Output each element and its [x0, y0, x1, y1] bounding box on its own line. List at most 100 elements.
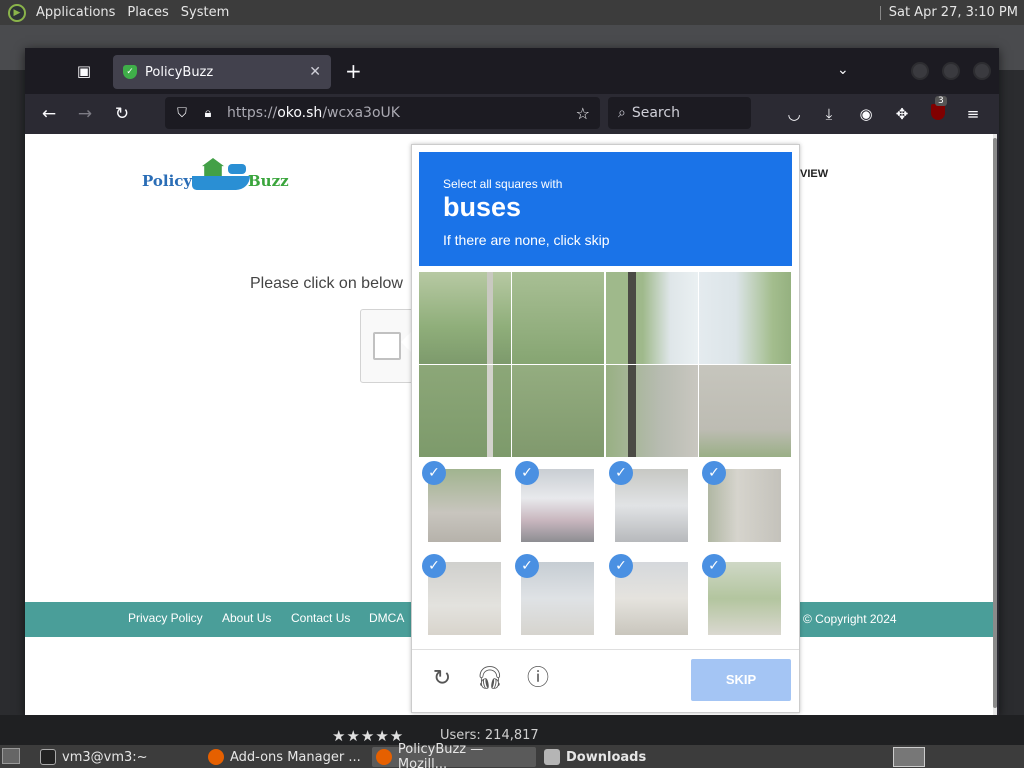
- back-arrow-icon[interactable]: ←: [37, 102, 61, 126]
- show-desktop-icon[interactable]: [2, 748, 20, 764]
- minimize-button[interactable]: [911, 62, 929, 80]
- footer-contact-link[interactable]: Contact Us: [291, 611, 350, 625]
- pocket-icon[interactable]: ◡: [783, 103, 805, 125]
- tile-image: [699, 272, 791, 364]
- downloads-icon[interactable]: ⤓: [818, 103, 840, 125]
- challenge-target: buses: [443, 192, 522, 222]
- workspace-switcher[interactable]: [893, 747, 925, 767]
- grid-tile[interactable]: [699, 272, 791, 364]
- tile-image: [419, 272, 511, 364]
- tab-policybuzz[interactable]: ✓ PolicyBuzz ✕: [113, 55, 331, 89]
- tile-image: [606, 272, 698, 364]
- rating-stars: ★★★★★: [332, 727, 405, 745]
- pole: [628, 272, 636, 364]
- taskbar-item-policybuzz[interactable]: PolicyBuzz — Mozill...: [372, 742, 536, 768]
- checkmark-icon: ✓: [515, 554, 539, 578]
- checkmark-icon: ✓: [422, 554, 446, 578]
- grid-tile-selected[interactable]: ✓: [512, 551, 604, 643]
- audio-challenge-icon[interactable]: 🎧︎: [476, 665, 504, 693]
- tab-bar: ▣ ✓ PolicyBuzz ✕ + ⌄: [25, 48, 999, 94]
- challenge-instruction: Select all squares with: [443, 177, 563, 191]
- house-icon: [202, 158, 224, 176]
- pole: [487, 365, 493, 457]
- grid-tile[interactable]: [699, 365, 791, 457]
- tab-title: PolicyBuzz: [145, 64, 214, 80]
- ublock-origin-icon[interactable]: [931, 104, 945, 120]
- hand-icon: [192, 176, 250, 190]
- bookmark-star-icon[interactable]: ☆: [576, 104, 590, 123]
- checkmark-icon: ✓: [609, 554, 633, 578]
- footer-privacy-link[interactable]: Privacy Policy: [128, 611, 203, 625]
- grid-tile[interactable]: [512, 272, 604, 364]
- taskbar-item-downloads[interactable]: Downloads: [540, 747, 700, 767]
- grid-tile-selected[interactable]: ✓: [419, 551, 511, 643]
- terminal-icon: [40, 749, 56, 765]
- challenge-grid: ✓ ✓ ✓ ✓ ✓ ✓ ✓ ✓: [419, 272, 792, 645]
- extension-badge: 3: [935, 96, 947, 106]
- scrollbar-thumb[interactable]: [993, 138, 997, 708]
- tracking-shield-icon[interactable]: ⛉: [173, 106, 191, 121]
- search-icon: ⌕: [618, 105, 626, 121]
- click-prompt: Please click on below: [250, 275, 403, 292]
- gnome-foot-icon[interactable]: ▶: [8, 3, 26, 22]
- grid-tile-selected[interactable]: ✓: [699, 551, 791, 643]
- panel-clock[interactable]: Sat Apr 27, 3:10 PM: [889, 5, 1024, 20]
- lock-icon[interactable]: 🔒︎: [199, 106, 217, 121]
- grid-tile[interactable]: [419, 365, 511, 457]
- url-text[interactable]: https://oko.sh/wcxa3oUK: [227, 105, 400, 121]
- info-icon[interactable]: ⓘ: [524, 665, 552, 693]
- extensions-icon[interactable]: ✥: [891, 103, 913, 125]
- grid-tile-selected[interactable]: ✓: [606, 551, 698, 643]
- reload-icon[interactable]: ↻: [110, 102, 134, 126]
- url-bar[interactable]: ⛉ 🔒︎ https://oko.sh/wcxa3oUK ☆: [165, 97, 600, 129]
- grid-tile-selected[interactable]: ✓: [699, 458, 791, 550]
- footer-dmca-link[interactable]: DMCA: [369, 611, 404, 625]
- checkmark-icon: ✓: [422, 461, 446, 485]
- grid-tile[interactable]: [512, 365, 604, 457]
- recaptcha-challenge: Select all squares with buses If there a…: [411, 144, 800, 713]
- skip-button[interactable]: SKIP: [691, 659, 791, 701]
- new-tab-icon[interactable]: +: [345, 60, 362, 82]
- tile-image: [419, 365, 511, 457]
- checkmark-icon: ✓: [609, 461, 633, 485]
- places-menu[interactable]: Places: [121, 0, 174, 25]
- reload-challenge-icon[interactable]: ↻: [428, 665, 456, 693]
- system-menu[interactable]: System: [175, 0, 235, 25]
- logo-word-buzz: Buzz: [248, 172, 289, 190]
- checkmark-icon: ✓: [515, 461, 539, 485]
- grid-tile[interactable]: [419, 272, 511, 364]
- top-panel: ▶ Applications Places System Sat Apr 27,…: [0, 0, 1024, 25]
- site-nav-item[interactable]: VIEW: [800, 168, 828, 180]
- firefox-view-icon[interactable]: ▣: [73, 60, 95, 82]
- grid-tile-selected[interactable]: ✓: [512, 458, 604, 550]
- recaptcha-checkbox[interactable]: [373, 332, 401, 360]
- challenge-divider: [412, 649, 799, 650]
- account-icon[interactable]: ◉: [855, 103, 877, 125]
- grid-tile[interactable]: [606, 365, 698, 457]
- grid-tile-selected[interactable]: ✓: [419, 458, 511, 550]
- close-window-button[interactable]: [973, 62, 991, 80]
- taskbar-item-addons[interactable]: Add-ons Manager ...: [204, 747, 364, 767]
- policybuzz-logo[interactable]: Policy Buzz: [140, 156, 300, 196]
- shield-favicon-icon: ✓: [123, 65, 137, 79]
- firefox-icon: [208, 749, 224, 765]
- nav-bar: ← → ↻ ⛉ 🔒︎ https://oko.sh/wcxa3oUK ☆ ⌕ S…: [25, 94, 999, 134]
- taskbar-item-terminal[interactable]: vm3@vm3:~: [36, 747, 196, 767]
- list-all-tabs-icon[interactable]: ⌄: [837, 62, 849, 78]
- search-placeholder: Search: [631, 105, 680, 121]
- maximize-button[interactable]: [942, 62, 960, 80]
- car-icon: [228, 164, 246, 174]
- footer-about-link[interactable]: About Us: [222, 611, 271, 625]
- firefox-icon: [376, 749, 392, 765]
- users-count: Users: 214,817: [440, 728, 539, 743]
- hamburger-menu-icon[interactable]: ≡: [962, 103, 984, 125]
- grid-tile[interactable]: [606, 272, 698, 364]
- forward-arrow-icon[interactable]: →: [73, 102, 97, 126]
- folder-icon: [544, 749, 560, 765]
- search-bar[interactable]: ⌕ Search: [608, 97, 751, 129]
- footer-copyright: © Copyright 2024: [803, 612, 897, 626]
- tile-image: [512, 365, 604, 457]
- grid-tile-selected[interactable]: ✓: [606, 458, 698, 550]
- applications-menu[interactable]: Applications: [30, 0, 121, 25]
- tab-close-icon[interactable]: ✕: [309, 64, 321, 80]
